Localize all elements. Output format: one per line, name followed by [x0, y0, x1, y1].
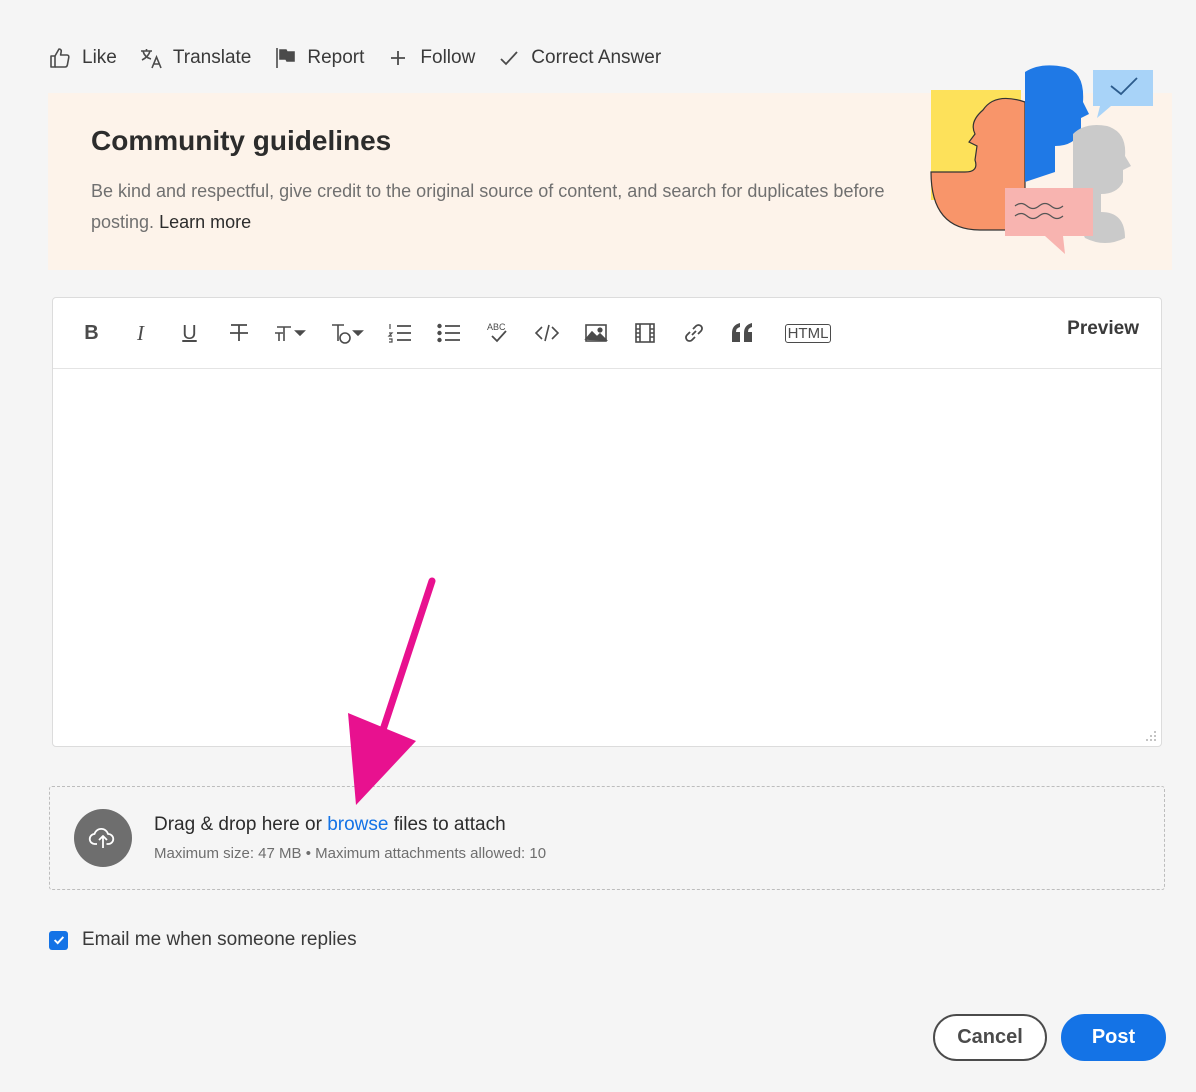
numbered-list-icon — [387, 324, 411, 343]
guidelines-text: Be kind and respectful, give credit to t… — [91, 176, 921, 238]
insert-link-button[interactable] — [669, 313, 718, 353]
underline-icon: U — [182, 321, 197, 344]
link-icon — [684, 324, 703, 342]
translate-button[interactable]: Translate — [139, 46, 252, 70]
html-button[interactable]: HTML — [767, 313, 849, 353]
preview-button[interactable]: Preview — [1067, 318, 1139, 340]
bulleted-list-button[interactable] — [424, 313, 473, 353]
underline-button[interactable]: U — [165, 313, 214, 353]
italic-icon: I — [137, 320, 144, 345]
code-icon — [534, 324, 559, 342]
email-notification-option: Email me when someone replies — [49, 929, 357, 951]
italic-button[interactable]: I — [116, 313, 165, 353]
correct-answer-button[interactable]: Correct Answer — [497, 46, 661, 70]
report-button[interactable]: Report — [273, 46, 364, 70]
numbered-list-button[interactable] — [375, 313, 424, 353]
bulleted-list-icon — [436, 323, 460, 343]
thumbs-up-icon — [50, 48, 70, 68]
font-size-dropdown[interactable] — [263, 313, 319, 353]
font-size-icon — [275, 326, 306, 341]
reply-page: Like Translate Report Follow Correct Ans… — [0, 0, 1196, 1092]
reply-text-area[interactable] — [53, 370, 1161, 746]
video-icon — [634, 323, 655, 343]
follow-label: Follow — [420, 47, 476, 68]
guidelines-title: Community guidelines — [91, 125, 392, 156]
image-icon — [583, 324, 608, 342]
translate-label: Translate — [172, 47, 252, 68]
checkbox-check-icon — [53, 936, 64, 945]
bold-icon: B — [84, 321, 99, 344]
font-style-dropdown[interactable] — [319, 313, 375, 353]
post-actions-bar: Like Translate Report Follow Correct Ans… — [48, 40, 661, 76]
cancel-button[interactable]: Cancel — [933, 1014, 1047, 1061]
follow-button[interactable]: Follow — [386, 46, 475, 70]
spellcheck-button[interactable]: ABC — [473, 313, 522, 353]
plus-icon — [391, 51, 406, 65]
report-label: Report — [307, 47, 365, 68]
email-replies-label[interactable]: Email me when someone replies — [82, 929, 357, 951]
browse-link[interactable]: browse — [327, 814, 388, 835]
strikethrough-button[interactable] — [214, 313, 263, 353]
bold-button[interactable]: B — [67, 313, 116, 353]
like-button[interactable]: Like — [48, 46, 117, 70]
learn-more-link[interactable]: Learn more — [159, 212, 251, 232]
editor-toolbar: B I U ABC HTML Preview — [53, 298, 1161, 369]
checkmark-icon — [500, 51, 518, 66]
dropzone-instructions: Drag & drop here or browse files to atta… — [154, 814, 506, 836]
spellcheck-icon: ABC — [487, 322, 507, 343]
resize-handle-icon[interactable] — [1145, 730, 1157, 742]
insert-video-button[interactable] — [620, 313, 669, 353]
font-style-icon — [332, 324, 364, 344]
quote-icon — [731, 323, 752, 342]
email-replies-checkbox[interactable] — [49, 930, 68, 950]
community-illustration — [930, 65, 1153, 254]
insert-image-button[interactable] — [571, 313, 620, 353]
attachment-limits: Maximum size: 47 MB • Maximum attachment… — [154, 845, 547, 862]
flag-icon — [276, 48, 296, 68]
dropzone-prefix: Drag & drop here or — [154, 814, 328, 835]
dropzone-suffix: files to attach — [388, 814, 506, 835]
quote-button[interactable] — [718, 313, 767, 353]
strikethrough-icon — [229, 324, 248, 341]
html-icon: HTML — [784, 323, 832, 343]
attachment-dropzone[interactable]: Drag & drop here or browse files to atta… — [49, 786, 1165, 890]
spellcheck-label: ABC — [487, 322, 506, 332]
correct-answer-label: Correct Answer — [531, 47, 662, 68]
code-button[interactable] — [522, 313, 571, 353]
like-label: Like — [82, 47, 117, 68]
post-button[interactable]: Post — [1061, 1014, 1166, 1061]
cloud-upload-icon — [88, 828, 115, 848]
upload-button[interactable] — [74, 809, 132, 867]
translate-icon — [140, 49, 162, 69]
reply-editor: B I U ABC HTML Preview — [52, 297, 1162, 747]
